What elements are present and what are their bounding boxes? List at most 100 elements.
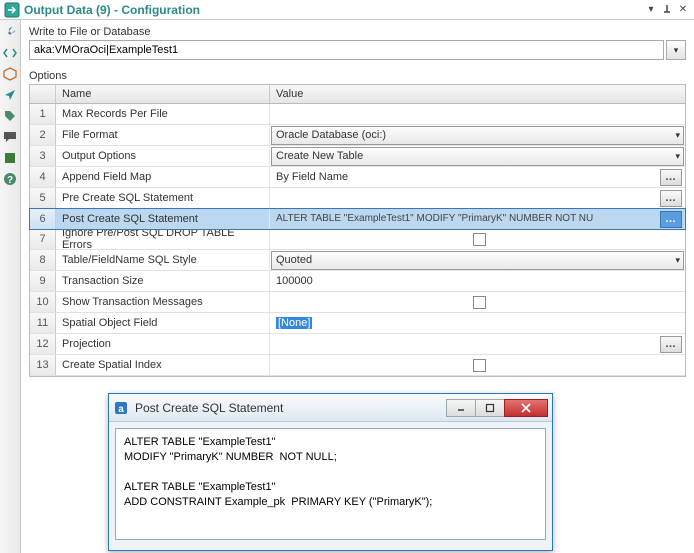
row-name-cell: Append Field Map (56, 167, 270, 187)
combo-value: Create New Table (276, 150, 363, 162)
dialog-title: Post Create SQL Statement (135, 401, 447, 415)
file-path-input[interactable] (29, 40, 664, 60)
ellipsis-button[interactable]: … (660, 336, 682, 353)
checkbox[interactable] (473, 296, 486, 309)
row-number: 11 (30, 313, 56, 333)
sql-textarea[interactable] (115, 428, 546, 540)
row-value-cell[interactable]: 100000 (270, 271, 685, 291)
grid-row[interactable]: 11Spatial Object Field [None] (30, 313, 685, 334)
ellipsis-button[interactable]: … (660, 190, 682, 207)
ellipsis-button[interactable]: … (660, 169, 682, 186)
combo-box[interactable]: Create New Table ▾ (271, 147, 684, 166)
dialog-close-button[interactable] (504, 399, 548, 417)
grid-row[interactable]: 5Pre Create SQL Statement … (30, 188, 685, 209)
chevron-down-icon[interactable]: ▾ (675, 130, 680, 141)
dialog-minimize-button[interactable] (446, 399, 476, 417)
asset-icon[interactable] (2, 150, 18, 166)
row-number: 6 (30, 209, 56, 229)
row-value-cell[interactable]: ALTER TABLE "ExampleTest1" MODIFY "Prima… (270, 209, 685, 229)
svg-text:?: ? (7, 175, 13, 186)
panel-menu-icon[interactable]: ▾ (644, 3, 658, 17)
row-number: 1 (30, 104, 56, 124)
row-name-cell: File Format (56, 125, 270, 145)
row-number: 13 (30, 355, 56, 375)
sql-statement-dialog: a Post Create SQL Statement (108, 393, 553, 551)
row-number: 3 (30, 146, 56, 166)
left-toolbar: ? (0, 20, 21, 553)
help-icon[interactable]: ? (2, 171, 18, 187)
wrench-icon[interactable] (2, 24, 18, 40)
panel-pin-icon[interactable] (660, 3, 674, 17)
grid-row[interactable]: 10Show Transaction Messages (30, 292, 685, 313)
file-path-dropdown-button[interactable]: ▾ (666, 40, 686, 60)
navigate-icon[interactable] (2, 87, 18, 103)
row-number: 9 (30, 271, 56, 291)
chevron-down-icon[interactable]: ▾ (675, 255, 680, 266)
row-name-cell: Post Create SQL Statement (56, 209, 270, 229)
panel-title-bar: Output Data (9) - Configuration ▾ ✕ (0, 0, 694, 20)
row-name-cell: Create Spatial Index (56, 355, 270, 375)
grid-row[interactable]: 3Output Options Create New Table ▾ (30, 146, 685, 167)
panel-close-icon[interactable]: ✕ (676, 3, 690, 17)
row-name-cell: Pre Create SQL Statement (56, 188, 270, 208)
combo-value: Oracle Database (oci:) (276, 129, 386, 141)
row-value-cell[interactable] (270, 355, 685, 375)
grid-header: Name Value (30, 85, 685, 104)
grid-row[interactable]: 2File Format Oracle Database (oci:) ▾ (30, 125, 685, 146)
grid-row[interactable]: 4Append Field Map By Field Name … (30, 167, 685, 188)
grid-row[interactable]: 9Transaction Size100000 (30, 271, 685, 292)
row-value-cell[interactable]: [None] (270, 313, 685, 333)
row-value-cell[interactable]: … (270, 188, 685, 208)
grid-row[interactable]: 1Max Records Per File (30, 104, 685, 125)
value-text: ALTER TABLE "ExampleTest1" MODIFY "Prima… (276, 214, 593, 224)
dialog-maximize-button[interactable] (475, 399, 505, 417)
ellipsis-button[interactable]: … (660, 211, 682, 228)
checkbox[interactable] (473, 233, 486, 246)
row-value-cell[interactable] (270, 292, 685, 312)
row-number: 10 (30, 292, 56, 312)
column-header-name[interactable]: Name (56, 85, 270, 103)
tag-icon[interactable] (2, 108, 18, 124)
grid-row[interactable]: 13Create Spatial Index (30, 355, 685, 376)
checkbox[interactable] (473, 359, 486, 372)
row-value-cell[interactable]: By Field Name … (270, 167, 685, 187)
grid-row[interactable]: 6Post Create SQL Statement ALTER TABLE "E… (29, 208, 686, 230)
value-highlight[interactable]: [None] (276, 317, 312, 329)
row-value-cell[interactable] (270, 229, 685, 249)
package-icon[interactable] (2, 66, 18, 82)
value-text: 100000 (276, 275, 313, 287)
row-name-cell: Projection (56, 334, 270, 354)
row-value-cell[interactable]: Oracle Database (oci:) ▾ (270, 125, 685, 145)
options-section-label: Options (29, 70, 686, 82)
row-name-cell: Output Options (56, 146, 270, 166)
row-number: 4 (30, 167, 56, 187)
row-value-cell[interactable]: Create New Table ▾ (270, 146, 685, 166)
row-value-cell[interactable]: Quoted▾ (270, 250, 685, 270)
options-grid: Name Value 1Max Records Per File2File Fo… (29, 84, 686, 377)
svg-text:a: a (118, 404, 124, 415)
grid-row[interactable]: 12Projection … (30, 334, 685, 355)
row-number: 7 (30, 229, 56, 249)
row-name-cell: Spatial Object Field (56, 313, 270, 333)
value-text: By Field Name (276, 171, 348, 183)
row-name-cell: Table/FieldName SQL Style (56, 250, 270, 270)
grid-row[interactable]: 7Ignore Pre/Post SQL DROP TABLE Errors (30, 229, 685, 250)
dialog-title-bar[interactable]: a Post Create SQL Statement (109, 394, 552, 422)
comment-icon[interactable] (2, 129, 18, 145)
row-value-cell[interactable]: … (270, 334, 685, 354)
row-name-cell: Show Transaction Messages (56, 292, 270, 312)
chevron-down-icon[interactable]: ▾ (675, 151, 680, 162)
row-number: 2 (30, 125, 56, 145)
panel-title: Output Data (9) - Configuration (24, 3, 644, 17)
app-icon: a (113, 400, 129, 416)
row-number: 12 (30, 334, 56, 354)
xml-icon[interactable] (2, 45, 18, 61)
combo-box[interactable]: Oracle Database (oci:) ▾ (271, 126, 684, 145)
row-value-cell[interactable] (270, 104, 685, 124)
grid-row[interactable]: 8Table/FieldName SQL StyleQuoted▾ (30, 250, 685, 271)
row-number: 8 (30, 250, 56, 270)
row-number: 5 (30, 188, 56, 208)
column-header-value[interactable]: Value (270, 85, 685, 103)
combo-box[interactable]: Quoted▾ (271, 251, 684, 270)
output-data-icon (4, 2, 20, 18)
